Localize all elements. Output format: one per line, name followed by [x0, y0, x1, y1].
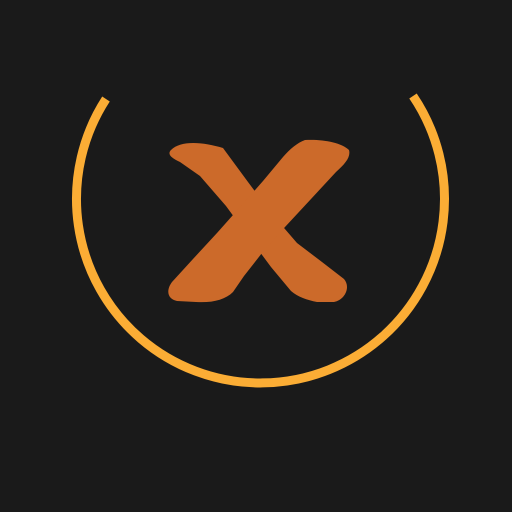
app-icon-graphic: [0, 0, 512, 512]
app-icon: [0, 0, 512, 512]
